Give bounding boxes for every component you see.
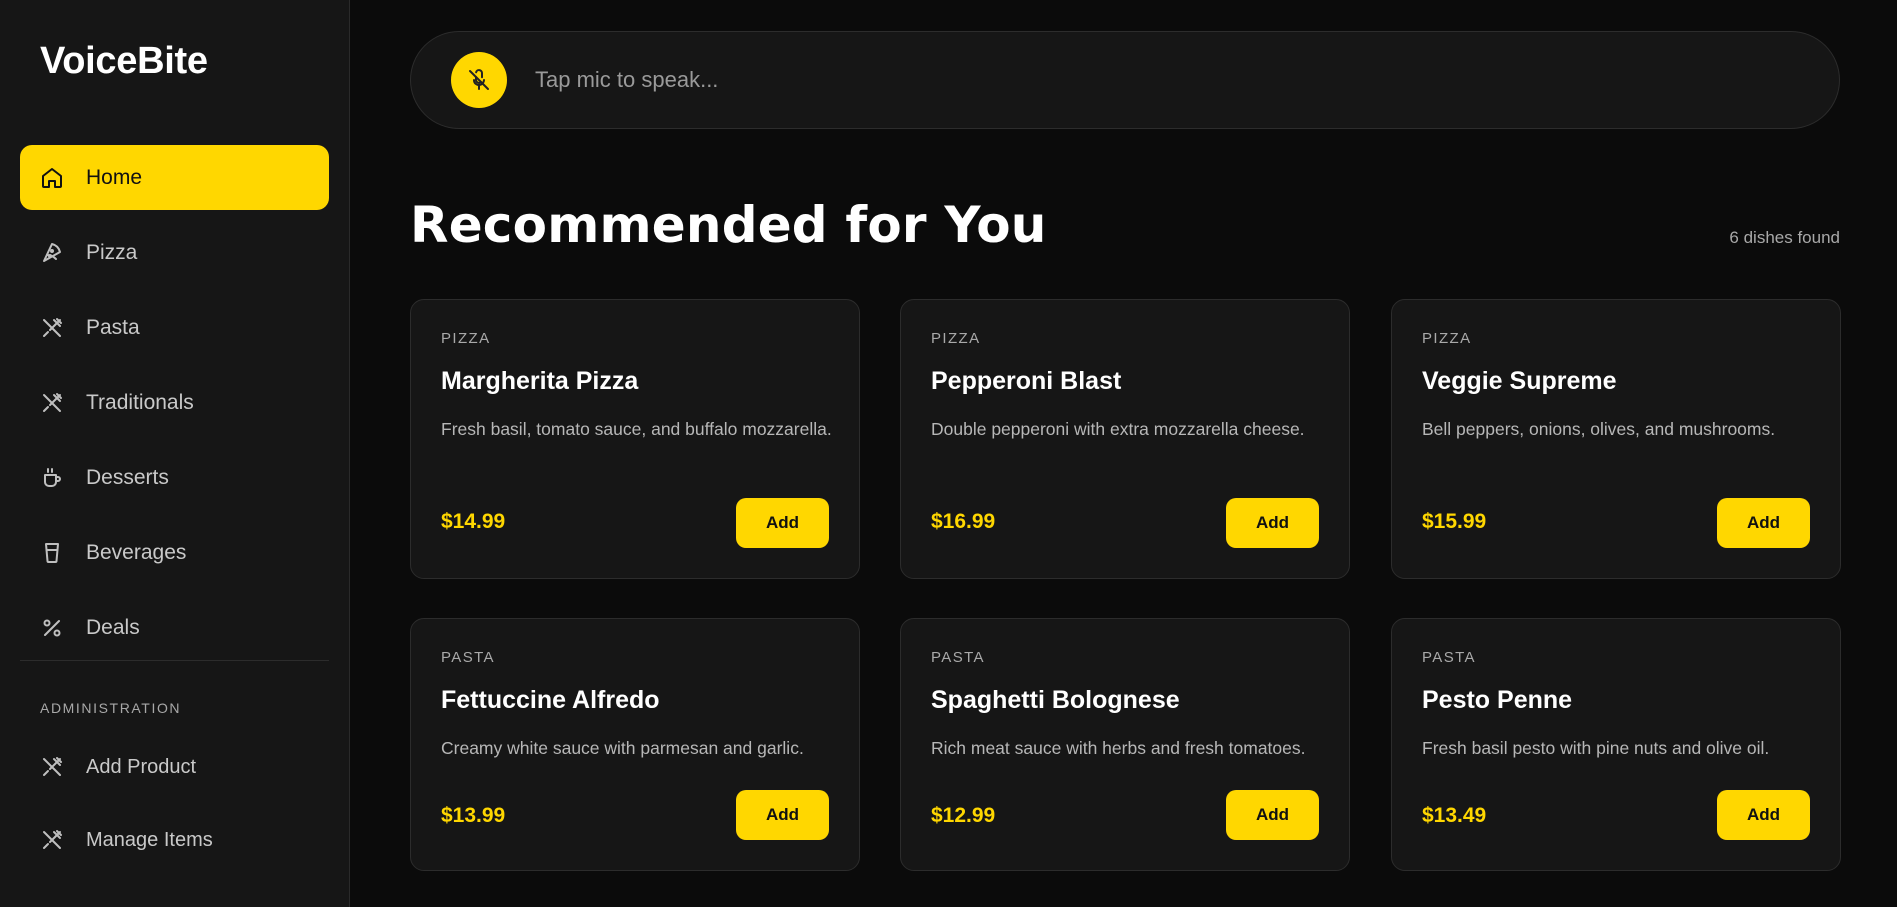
dish-category: PIZZA [1422,330,1472,347]
dish-category: PASTA [1422,649,1476,666]
sidebar: VoiceBite Home Pizza Pasta Traditionals … [0,0,350,907]
percent-icon [40,616,64,640]
brand-logo[interactable]: VoiceBite [40,40,208,83]
results-count: 6 dishes found [1729,228,1840,247]
nav-item-beverages[interactable]: Beverages [20,520,329,585]
mic-button[interactable] [451,52,507,108]
nav-item-pizza[interactable]: Pizza [20,220,329,285]
nav-item-pasta[interactable]: Pasta [20,295,329,360]
dish-card: PIZZA Pepperoni Blast Double pepperoni w… [900,299,1350,579]
add-to-cart-button[interactable]: Add [1226,790,1319,840]
voice-search-bar [410,31,1840,129]
dish-description: Rich meat sauce with herbs and fresh tom… [931,738,1306,758]
main-content: Recommended for You 6 dishes found PIZZA… [350,0,1897,907]
nav-item-deals[interactable]: Deals [20,595,329,660]
mic-off-icon [467,68,491,92]
nav-label: Pizza [86,240,138,264]
dish-name: Pesto Penne [1422,686,1573,714]
utensils-icon [40,828,64,852]
dish-description: Fresh basil pesto with pine nuts and oli… [1422,738,1770,758]
section-title: Recommended for You [410,196,1047,254]
nav-label: Add Product [86,755,197,778]
add-to-cart-button[interactable]: Add [1717,790,1810,840]
dish-category: PIZZA [931,330,981,347]
dish-description: Bell peppers, onions, olives, and mushro… [1422,419,1776,439]
add-to-cart-button[interactable]: Add [1226,498,1319,548]
add-to-cart-button[interactable]: Add [736,790,829,840]
dish-price: $13.99 [441,804,506,827]
nav-item-add-product[interactable]: Add Product [20,736,329,798]
home-icon [40,166,64,190]
nav-label: Home [86,165,143,189]
dish-price: $13.49 [1422,804,1487,827]
dish-description: Fresh basil, tomato sauce, and buffalo m… [441,419,832,439]
dish-category: PASTA [931,649,985,666]
add-to-cart-button[interactable]: Add [736,498,829,548]
nav-item-traditionals[interactable]: Traditionals [20,370,329,435]
dish-card: PASTA Spaghetti Bolognese Rich meat sauc… [900,618,1350,871]
dish-description: Creamy white sauce with parmesan and gar… [441,738,804,758]
dish-card: PASTA Fettuccine Alfredo Creamy white sa… [410,618,860,871]
add-to-cart-button[interactable]: Add [1717,498,1810,548]
dish-description: Double pepperoni with extra mozzarella c… [931,419,1305,439]
dish-name: Spaghetti Bolognese [931,686,1180,714]
nav-label: Beverages [86,540,187,564]
dish-category: PASTA [441,649,495,666]
pizza-icon [40,241,64,265]
glass-icon [40,541,64,565]
sidebar-divider [20,660,329,661]
dish-name: Fettuccine Alfredo [441,686,660,714]
dish-category: PIZZA [441,330,491,347]
coffee-cup-icon [40,466,64,490]
nav-label: Deals [86,615,140,639]
dish-price: $12.99 [931,804,996,827]
utensils-icon [40,755,64,779]
dish-name: Veggie Supreme [1422,367,1617,395]
utensils-icon [40,316,64,340]
utensils-icon [40,391,64,415]
dish-name: Pepperoni Blast [931,367,1122,395]
dish-card: PASTA Pesto Penne Fresh basil pesto with… [1391,618,1841,871]
nav-label: Pasta [86,315,140,339]
nav-item-manage-items[interactable]: Manage Items [20,809,329,871]
dish-price: $16.99 [931,510,996,533]
admin-section-title: ADMINISTRATION [40,700,182,716]
nav-label: Desserts [86,465,169,489]
dish-card: PIZZA Margherita Pizza Fresh basil, toma… [410,299,860,579]
nav-item-home[interactable]: Home [20,145,329,210]
nav-label: Manage Items [86,828,213,851]
nav-label: Traditionals [86,390,194,414]
nav-item-desserts[interactable]: Desserts [20,445,329,510]
dish-name: Margherita Pizza [441,367,639,395]
voice-search-input[interactable] [535,60,1839,100]
dish-card: PIZZA Veggie Supreme Bell peppers, onion… [1391,299,1841,579]
dish-price: $15.99 [1422,510,1487,533]
dish-price: $14.99 [441,510,506,533]
admin-nav: Add Product Manage Items [20,736,329,882]
app-root: VoiceBite Home Pizza Pasta Traditionals … [0,0,1897,907]
main-nav: Home Pizza Pasta Traditionals Desserts B… [20,145,329,670]
